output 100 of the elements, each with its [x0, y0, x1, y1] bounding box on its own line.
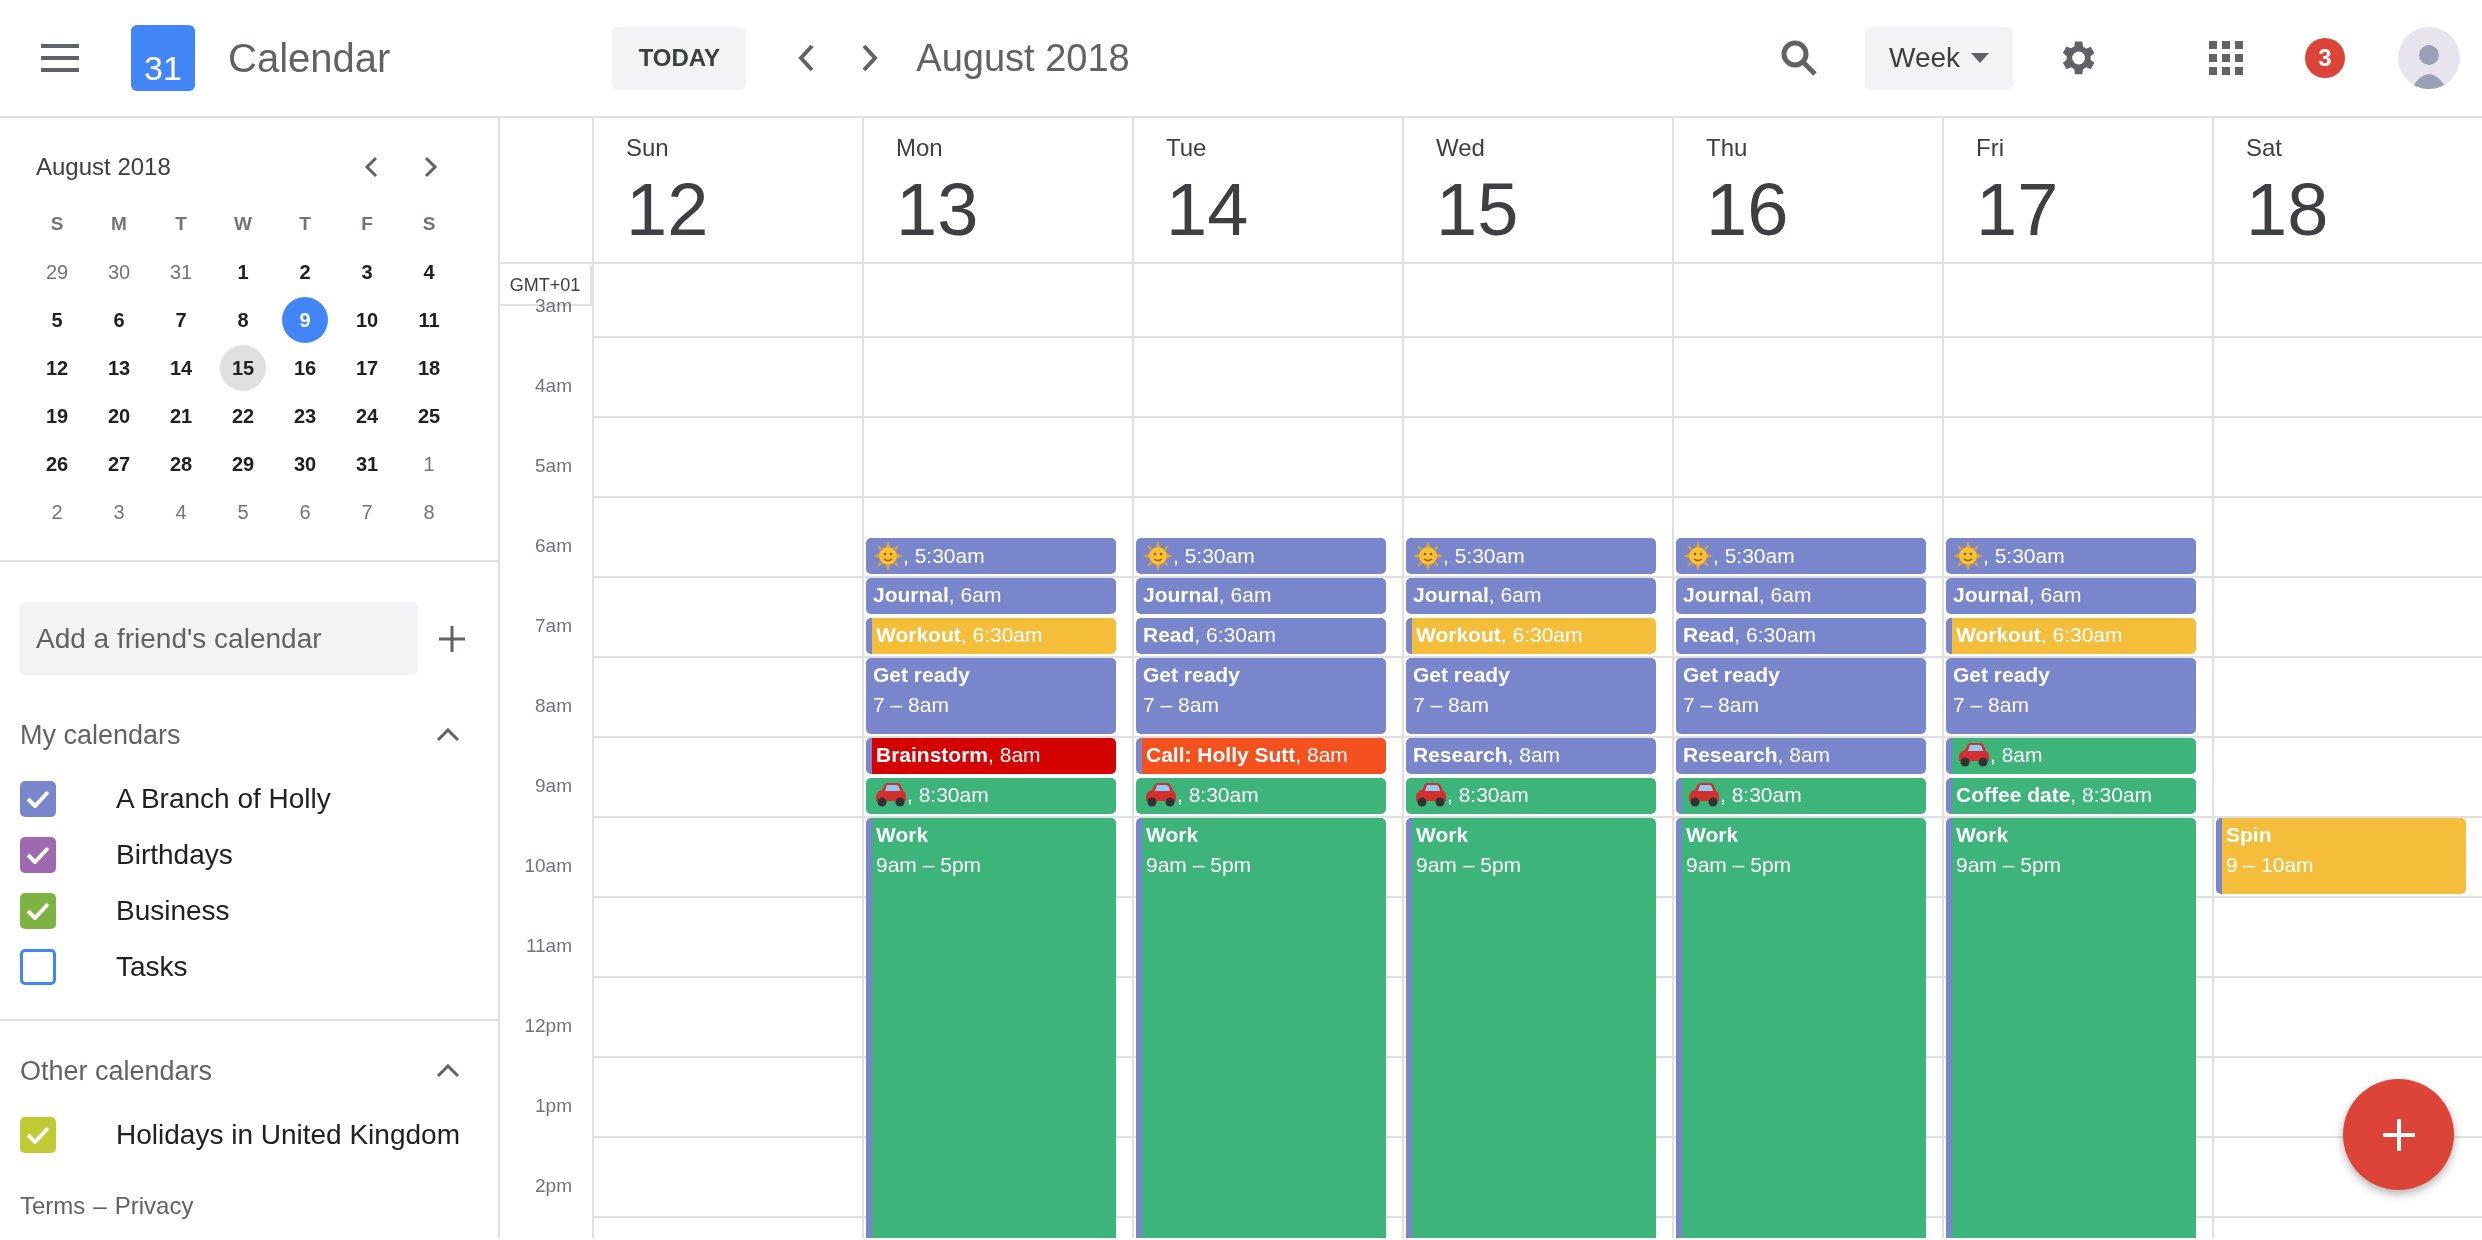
date-cell[interactable]: 12	[34, 345, 80, 391]
checkbox[interactable]	[20, 949, 56, 985]
calendar-name[interactable]: A Branch of Holly	[116, 778, 331, 820]
calendar-event[interactable]: Read, 6:30am	[1136, 618, 1386, 654]
date-cell[interactable]: 20	[96, 393, 142, 439]
date-cell[interactable]: 23	[282, 393, 328, 439]
date-cell[interactable]: 27	[96, 441, 142, 487]
calendar-event[interactable]: Work 9am – 5pm	[1406, 818, 1656, 1238]
collapse-icon[interactable]	[436, 1064, 460, 1078]
calendar-event[interactable]: Research, 8am	[1406, 738, 1656, 774]
calendar-event[interactable]: Research, 8am	[1676, 738, 1926, 774]
calendar-event[interactable]: Get ready 7 – 8am	[1946, 658, 2196, 734]
date-cell[interactable]: 9	[282, 297, 328, 343]
date-cell[interactable]: 6	[282, 489, 328, 535]
date-cell[interactable]: 30	[282, 441, 328, 487]
day-number[interactable]: 15	[1436, 168, 1672, 252]
date-cell[interactable]: 31	[158, 249, 204, 295]
day-number[interactable]: 14	[1166, 168, 1402, 252]
date-cell[interactable]: 3	[344, 249, 390, 295]
calendar-event[interactable]: Brainstorm, 8am	[866, 738, 1116, 774]
date-cell[interactable]: 3	[96, 489, 142, 535]
calendar-event[interactable]: , 8:30am	[1676, 778, 1926, 814]
calendar-event[interactable]: Journal, 6am	[1946, 578, 2196, 614]
checkbox[interactable]	[20, 893, 56, 929]
calendar-name[interactable]: Birthdays	[116, 834, 233, 876]
date-cell[interactable]: 16	[282, 345, 328, 391]
calendar-event[interactable]: Work 9am – 5pm	[1676, 818, 1926, 1238]
date-cell[interactable]: 11	[406, 297, 452, 343]
checkbox[interactable]	[20, 781, 56, 817]
date-cell[interactable]: 2	[282, 249, 328, 295]
calendar-event[interactable]: Get ready 7 – 8am	[1676, 658, 1926, 734]
checkbox[interactable]	[20, 1117, 56, 1153]
menu-icon[interactable]	[41, 44, 79, 72]
date-cell[interactable]: 10	[344, 297, 390, 343]
date-cell[interactable]: 8	[406, 489, 452, 535]
date-cell[interactable]: 29	[34, 249, 80, 295]
calendar-event[interactable]: Journal, 6am	[866, 578, 1116, 614]
day-number[interactable]: 17	[1976, 168, 2212, 252]
date-cell[interactable]: 7	[158, 297, 204, 343]
date-cell[interactable]: 17	[344, 345, 390, 391]
date-cell[interactable]: 28	[158, 441, 204, 487]
calendar-event[interactable]: Work 9am – 5pm	[866, 818, 1116, 1238]
calendar-event[interactable]: Get ready 7 – 8am	[866, 658, 1116, 734]
date-cell[interactable]: 4	[406, 249, 452, 295]
today-button[interactable]: TODAY	[612, 26, 747, 90]
add-icon[interactable]	[439, 625, 465, 652]
date-cell[interactable]: 19	[34, 393, 80, 439]
notification-badge[interactable]: 3	[2305, 38, 2345, 78]
calendar-event[interactable]: Journal, 6am	[1136, 578, 1386, 614]
date-cell[interactable]: 5	[34, 297, 80, 343]
calendar-event[interactable]: , 5:30am	[1136, 538, 1386, 574]
collapse-icon[interactable]	[436, 728, 460, 742]
calendar-event[interactable]: Get ready 7 – 8am	[1406, 658, 1656, 734]
date-cell[interactable]: 25	[406, 393, 452, 439]
date-cell[interactable]: 2	[34, 489, 80, 535]
date-cell[interactable]: 6	[96, 297, 142, 343]
date-cell[interactable]: 1	[406, 441, 452, 487]
calendar-event[interactable]: , 8:30am	[1406, 778, 1656, 814]
date-cell[interactable]: 29	[220, 441, 266, 487]
add-calendar-field[interactable]: Add a friend's calendar	[19, 602, 418, 675]
calendar-event[interactable]: , 5:30am	[1406, 538, 1656, 574]
terms-link[interactable]: Terms	[20, 1188, 86, 1224]
date-cell[interactable]: 31	[344, 441, 390, 487]
date-cell[interactable]: 1	[220, 249, 266, 295]
apps-grid-icon[interactable]	[2209, 41, 2243, 75]
calendar-event[interactable]: , 8am	[1946, 738, 2196, 774]
day-number[interactable]: 16	[1706, 168, 1942, 252]
calendar-event[interactable]: Journal, 6am	[1406, 578, 1656, 614]
calendar-event[interactable]: , 8:30am	[1136, 778, 1386, 814]
date-cell[interactable]: 15	[220, 345, 266, 391]
calendar-event[interactable]: , 5:30am	[1946, 538, 2196, 574]
calendar-name[interactable]: Tasks	[116, 946, 188, 988]
calendar-event[interactable]: Call: Holly Sutt, 8am	[1136, 738, 1386, 774]
date-cell[interactable]: 26	[34, 441, 80, 487]
date-cell[interactable]: 4	[158, 489, 204, 535]
search-icon[interactable]	[1779, 38, 1819, 78]
calendar-event[interactable]: Read, 6:30am	[1676, 618, 1926, 654]
day-number[interactable]: 18	[2246, 168, 2482, 252]
day-number[interactable]: 12	[626, 168, 862, 252]
date-cell[interactable]: 5	[220, 489, 266, 535]
view-dropdown[interactable]: Week	[1865, 26, 2013, 90]
calendar-event[interactable]: Work 9am – 5pm	[1136, 818, 1386, 1238]
next-icon[interactable]	[424, 156, 438, 178]
calendar-name[interactable]: Holidays in United Kingdom	[116, 1114, 460, 1156]
calendar-event[interactable]: Work 9am – 5pm	[1946, 818, 2196, 1238]
date-cell[interactable]: 18	[406, 345, 452, 391]
create-button[interactable]	[2343, 1079, 2454, 1190]
day-number[interactable]: 13	[896, 168, 1132, 252]
calendar-event[interactable]: Coffee date, 8:30am	[1946, 778, 2196, 814]
date-cell[interactable]: 22	[220, 393, 266, 439]
date-cell[interactable]: 8	[220, 297, 266, 343]
calendar-event[interactable]: , 5:30am	[866, 538, 1116, 574]
calendar-event[interactable]: , 8:30am	[866, 778, 1116, 814]
date-cell[interactable]: 21	[158, 393, 204, 439]
date-cell[interactable]: 13	[96, 345, 142, 391]
date-cell[interactable]: 7	[344, 489, 390, 535]
previous-icon[interactable]	[364, 156, 378, 178]
date-cell[interactable]: 30	[96, 249, 142, 295]
privacy-link[interactable]: Privacy	[114, 1188, 194, 1224]
date-cell[interactable]: 14	[158, 345, 204, 391]
